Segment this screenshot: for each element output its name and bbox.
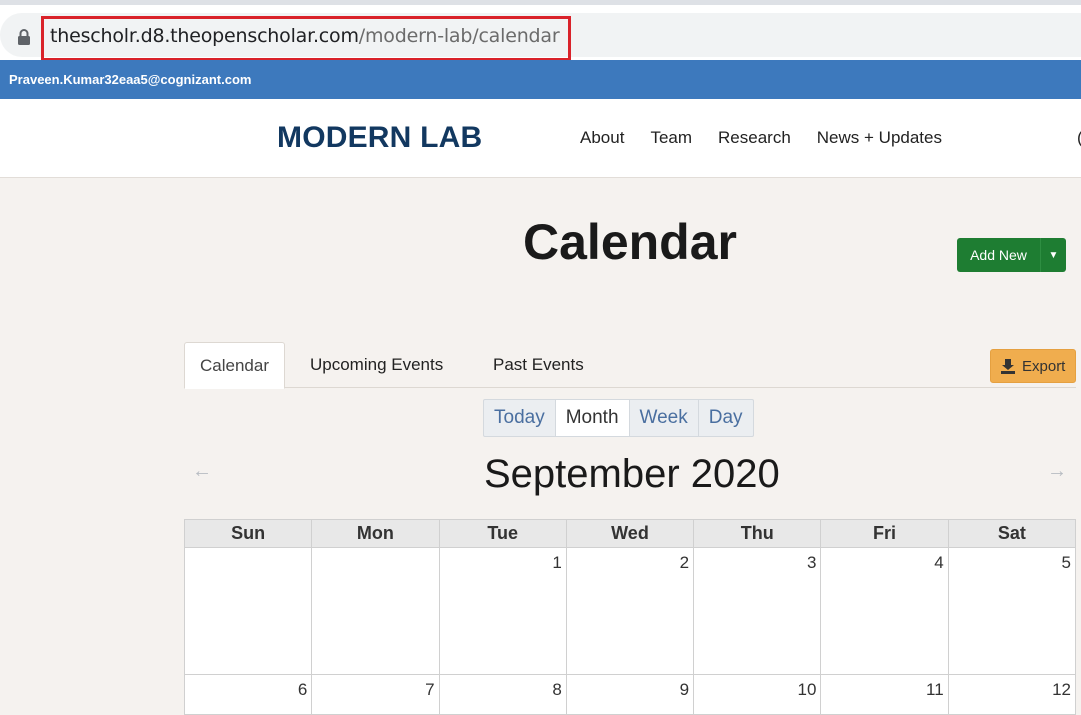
day-cell[interactable]: 4 xyxy=(820,547,949,675)
caret-down-icon[interactable]: ▼ xyxy=(1040,238,1066,272)
week-row: 1 2 3 4 5 xyxy=(183,547,1077,675)
weekday-tue: Tue xyxy=(438,519,567,548)
day-cell[interactable]: 6 xyxy=(183,674,313,715)
weekday-fri: Fri xyxy=(820,519,949,548)
admin-bar: Praveen.Kumar32eaa5@cognizant.com xyxy=(0,60,1081,99)
day-cell[interactable]: 1 xyxy=(438,547,567,675)
url-host: thescholr.d8.theopenscholar.com xyxy=(50,25,359,47)
next-month-arrow-icon[interactable]: → xyxy=(1047,460,1067,483)
admin-user-link[interactable]: Praveen.Kumar32eaa5@cognizant.com xyxy=(9,72,251,87)
day-cell[interactable]: 8 xyxy=(438,674,567,715)
export-icon xyxy=(1001,358,1015,374)
view-month[interactable]: Month xyxy=(555,400,630,436)
tab-calendar[interactable]: Calendar xyxy=(184,342,285,389)
url-path: /modern-lab/calendar xyxy=(358,25,560,47)
url-text[interactable]: thescholr.d8.theopenscholar.com/modern-l… xyxy=(50,25,560,47)
week-row: 6 7 8 9 10 11 12 xyxy=(183,674,1077,715)
day-cell[interactable]: 2 xyxy=(565,547,695,675)
site-logo[interactable]: MODERN LAB xyxy=(277,121,482,155)
view-week[interactable]: Week xyxy=(630,400,699,436)
day-cell[interactable]: 12 xyxy=(947,674,1077,715)
day-cell[interactable]: 10 xyxy=(693,674,822,715)
nav-news-updates[interactable]: News + Updates xyxy=(817,128,942,148)
day-cell[interactable] xyxy=(311,547,440,675)
weekday-header-row: Sun Mon Tue Wed Thu Fri Sat xyxy=(183,519,1077,548)
weekday-wed: Wed xyxy=(565,519,695,548)
day-cell[interactable]: 7 xyxy=(311,674,440,715)
day-cell[interactable] xyxy=(183,547,313,675)
weekday-mon: Mon xyxy=(311,519,440,548)
prev-month-arrow-icon[interactable]: ← xyxy=(192,460,212,483)
view-day[interactable]: Day xyxy=(699,400,753,436)
weekday-thu: Thu xyxy=(693,519,822,548)
view-switcher: Today Month Week Day xyxy=(483,399,754,437)
nav-research[interactable]: Research xyxy=(718,128,791,148)
site-header: MODERN LAB About Team Research News + Up… xyxy=(0,99,1081,178)
export-button[interactable]: Export xyxy=(990,349,1076,383)
month-title: September 2020 xyxy=(484,452,780,496)
nav-cutoff-item[interactable]: ( xyxy=(1077,128,1081,148)
add-new-label[interactable]: Add New xyxy=(957,238,1040,272)
browser-toolbar: thescholr.d8.theopenscholar.com/modern-l… xyxy=(0,0,1081,61)
day-cell[interactable]: 5 xyxy=(947,547,1077,675)
view-today[interactable]: Today xyxy=(484,400,556,436)
calendar-grid: Sun Mon Tue Wed Thu Fri Sat 1 2 3 4 5 6 … xyxy=(183,519,1077,715)
day-cell[interactable]: 9 xyxy=(565,674,695,715)
calendar-tabs: Calendar Upcoming Events Past Events xyxy=(184,342,1076,389)
day-cell[interactable]: 3 xyxy=(693,547,822,675)
weekday-sat: Sat xyxy=(947,519,1077,548)
weekday-sun: Sun xyxy=(183,519,313,548)
tab-past-events[interactable]: Past Events xyxy=(493,342,584,388)
main-nav: About Team Research News + Updates xyxy=(580,128,968,148)
nav-team[interactable]: Team xyxy=(650,128,692,148)
day-cell[interactable]: 11 xyxy=(820,674,949,715)
tab-upcoming-events[interactable]: Upcoming Events xyxy=(310,342,443,388)
export-label: Export xyxy=(1022,357,1066,375)
lock-icon xyxy=(18,29,30,45)
add-new-button[interactable]: Add New ▼ xyxy=(957,238,1066,272)
nav-about[interactable]: About xyxy=(580,128,624,148)
page-title: Calendar xyxy=(523,214,737,270)
